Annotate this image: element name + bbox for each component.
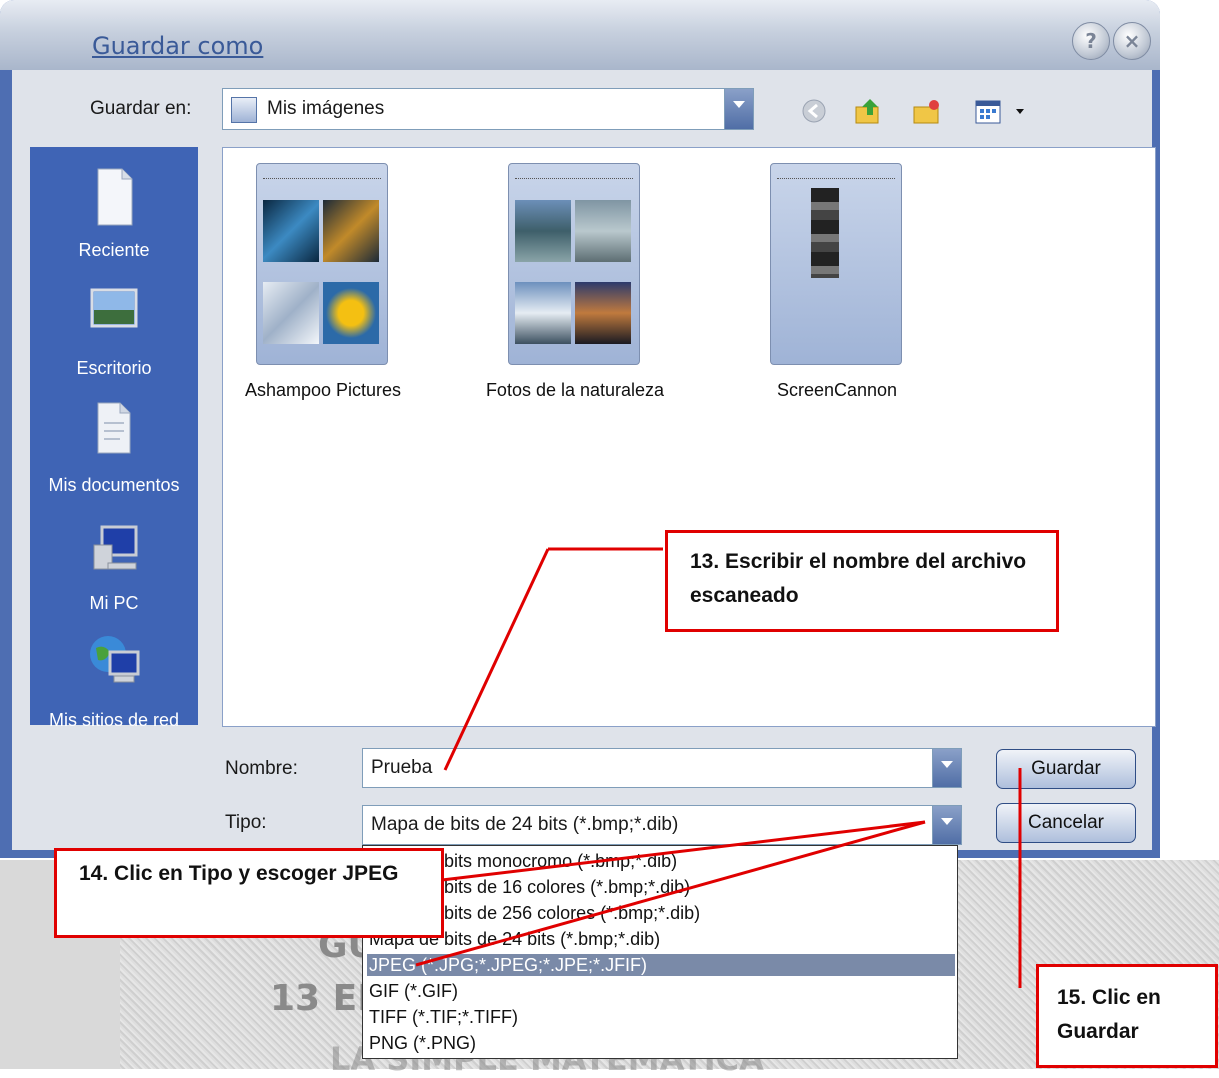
folder-label: Ashampoo Pictures bbox=[244, 380, 402, 400]
binder-rings bbox=[263, 170, 381, 179]
place-label: Reciente bbox=[78, 240, 150, 260]
place-label: Mis sitios de red bbox=[48, 710, 180, 730]
chevron-down-icon[interactable] bbox=[932, 749, 961, 787]
type-option-selected[interactable]: JPEG (*.JPG;*.JPEG;*.JPE;*.JFIF) bbox=[367, 954, 955, 976]
type-option[interactable]: PNG (*.PNG) bbox=[367, 1032, 955, 1054]
type-option[interactable]: Mapa de bits monocromo (*.bmp;*.dib) bbox=[367, 850, 955, 872]
place-recent[interactable]: Reciente bbox=[30, 162, 198, 272]
photo-thumb bbox=[263, 282, 319, 344]
folder-label: ScreenCannon bbox=[776, 380, 898, 400]
photo-thumb bbox=[263, 200, 319, 262]
folder-label: Fotos de la naturaleza bbox=[485, 380, 665, 400]
save-in-dropdown[interactable]: Mis imágenes bbox=[222, 88, 754, 130]
type-option[interactable]: GIF (*.GIF) bbox=[367, 980, 955, 1002]
type-option[interactable]: Mapa de bits de 16 colores (*.bmp;*.dib) bbox=[367, 876, 955, 898]
dialog-title: Guardar como bbox=[92, 32, 264, 60]
folder-item[interactable]: Fotos de la naturaleza bbox=[480, 158, 670, 400]
network-icon bbox=[88, 632, 140, 684]
folder-item[interactable]: ScreenCannon bbox=[742, 158, 932, 400]
filetype-options-list[interactable]: Mapa de bits monocromo (*.bmp;*.dib) Map… bbox=[362, 845, 958, 1059]
filetype-value: Mapa de bits de 24 bits (*.bmp;*.dib) bbox=[371, 814, 679, 835]
title-bar[interactable]: Guardar como ? × bbox=[0, 0, 1160, 70]
photo-thumb bbox=[811, 188, 839, 278]
folder-item[interactable]: Ashampoo Pictures bbox=[228, 158, 418, 400]
callout-step-13: 13. Escribir el nombre del archivo escan… bbox=[665, 530, 1059, 632]
filetype-label: Tipo: bbox=[225, 812, 267, 833]
photo-thumb bbox=[575, 200, 631, 262]
place-label: Mi PC bbox=[89, 593, 139, 613]
place-my-computer[interactable]: Mi PC bbox=[30, 515, 198, 625]
photo-thumb bbox=[323, 282, 379, 344]
place-label: Escritorio bbox=[76, 358, 152, 378]
new-folder-icon[interactable] bbox=[910, 95, 942, 127]
up-folder-icon[interactable] bbox=[852, 95, 884, 127]
view-menu-icon[interactable] bbox=[974, 95, 1026, 127]
photo-thumb bbox=[515, 282, 571, 344]
save-as-dialog: Guardar como ? × Guardar en: Mis imágene… bbox=[0, 0, 1160, 858]
type-option[interactable]: TIFF (*.TIF;*.TIFF) bbox=[367, 1006, 955, 1028]
documents-icon bbox=[88, 399, 140, 454]
close-button[interactable]: × bbox=[1113, 22, 1151, 60]
save-in-label: Guardar en: bbox=[90, 98, 192, 119]
back-icon[interactable] bbox=[800, 95, 832, 127]
pictures-folder-icon bbox=[231, 97, 257, 123]
places-bar: Reciente Escritorio Mis documentos Mi PC… bbox=[30, 147, 198, 730]
photo-thumb bbox=[515, 200, 571, 262]
folder-thumbnail-icon bbox=[508, 163, 640, 365]
place-network[interactable]: Mis sitios de red bbox=[30, 632, 198, 742]
binder-rings bbox=[515, 170, 633, 179]
folder-thumbnail-icon bbox=[256, 163, 388, 365]
desktop-icon bbox=[88, 286, 140, 338]
filename-value: Prueba bbox=[371, 757, 433, 778]
folder-thumbnail-icon bbox=[770, 163, 902, 365]
place-desktop[interactable]: Escritorio bbox=[30, 280, 198, 390]
save-button[interactable]: Guardar bbox=[996, 749, 1136, 789]
callout-step-14: 14. Clic en Tipo y escoger JPEG bbox=[54, 848, 444, 938]
place-documents[interactable]: Mis documentos bbox=[30, 397, 198, 507]
callout-step-15: 15. Clic en Guardar bbox=[1036, 964, 1218, 1068]
filetype-select[interactable]: Mapa de bits de 24 bits (*.bmp;*.dib) bbox=[362, 805, 962, 845]
type-option[interactable]: Mapa de bits de 256 colores (*.bmp;*.dib… bbox=[367, 902, 955, 924]
file-list[interactable]: Ashampoo Pictures Fotos de la naturaleza… bbox=[222, 147, 1156, 727]
type-option[interactable]: Mapa de bits de 24 bits (*.bmp;*.dib) bbox=[367, 928, 955, 950]
binder-rings bbox=[777, 170, 895, 179]
filename-input[interactable]: Prueba bbox=[362, 748, 962, 788]
recent-icon bbox=[88, 167, 140, 226]
place-label: Mis documentos bbox=[48, 475, 180, 495]
cancel-button[interactable]: Cancelar bbox=[996, 803, 1136, 843]
computer-icon bbox=[88, 523, 140, 575]
photo-thumb bbox=[323, 200, 379, 262]
chevron-down-icon[interactable] bbox=[932, 806, 961, 844]
photo-thumb bbox=[575, 282, 631, 344]
filename-label: Nombre: bbox=[225, 758, 298, 779]
save-in-value: Mis imágenes bbox=[267, 98, 385, 119]
help-button[interactable]: ? bbox=[1072, 22, 1110, 60]
chevron-down-icon[interactable] bbox=[724, 89, 753, 129]
